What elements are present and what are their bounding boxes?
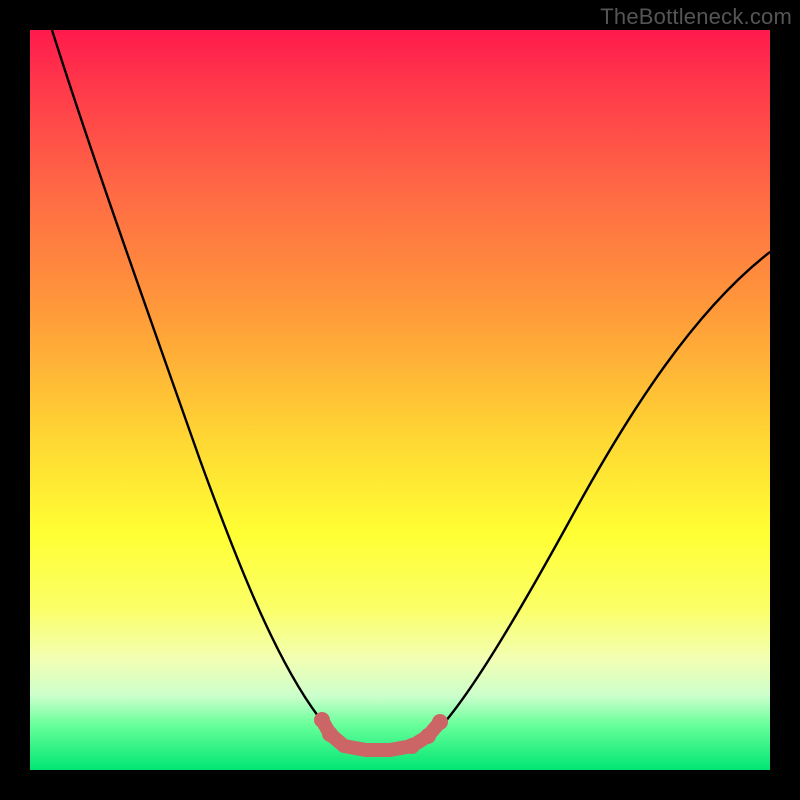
- bottleneck-curve: [52, 30, 770, 750]
- curve-svg: [30, 30, 770, 770]
- watermark-text: TheBottleneck.com: [600, 4, 792, 30]
- highlight-dot: [322, 726, 338, 742]
- plot-area: [30, 30, 770, 770]
- highlight-dot: [432, 714, 448, 730]
- highlight-dot: [314, 712, 330, 728]
- highlight-dot: [420, 728, 436, 744]
- highlight-dot: [404, 738, 420, 754]
- chart-frame: TheBottleneck.com: [0, 0, 800, 800]
